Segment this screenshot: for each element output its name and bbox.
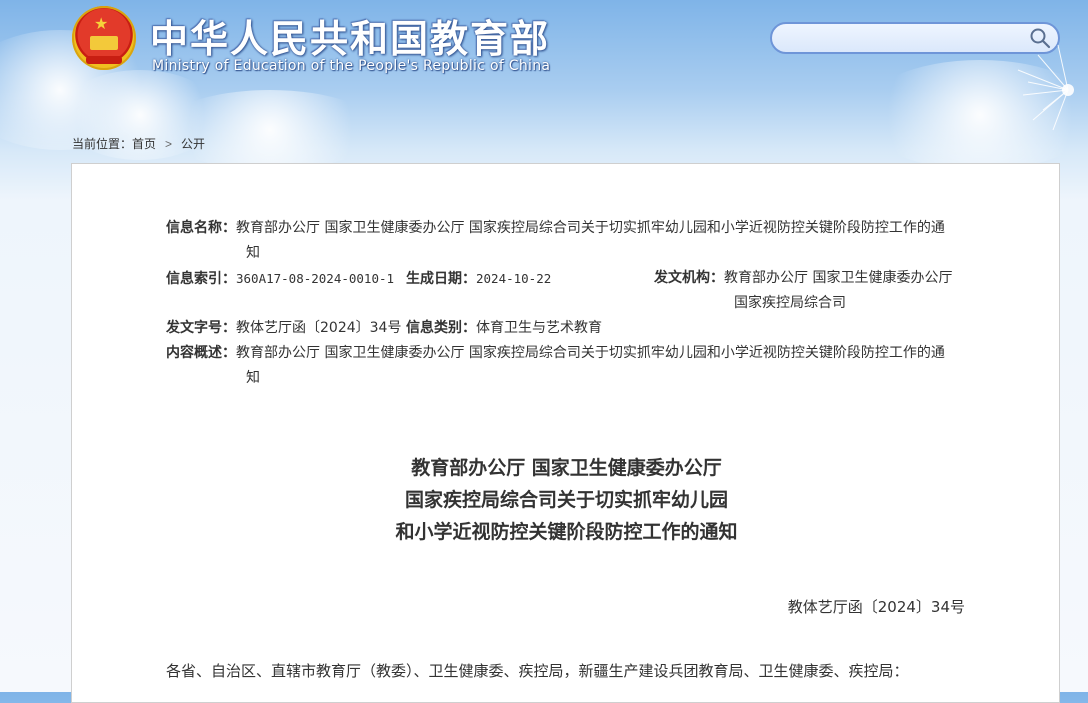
national-emblem-logo[interactable]: ★: [72, 6, 136, 70]
document-number: 教体艺厅函〔2024〕34号: [787, 598, 965, 616]
doc-number-label: 发文字号：: [166, 320, 236, 336]
info-name-value: 教育部办公厅 国家卫生健康委办公厅 国家疾控局综合司关于切实抓牢幼儿园和小学近视…: [236, 220, 945, 236]
dandelion-decoration: [1017, 44, 1074, 131]
document-title-line: 和小学近视防控关键阶段防控工作的通知: [395, 521, 738, 543]
content-panel: 信息名称：教育部办公厅 国家卫生健康委办公厅 国家疾控局综合司关于切实抓牢幼儿园…: [71, 163, 1060, 703]
info-name-value-cont: 知: [246, 245, 260, 261]
site-title[interactable]: 中华人民共和国教育部: [150, 8, 550, 63]
cloud-decoration: [160, 90, 380, 170]
breadcrumb-prefix: 当前位置：: [72, 137, 133, 151]
document-title: 教育部办公厅 国家卫生健康委办公厅 国家疾控局综合司关于切实抓牢幼儿园 和小学近…: [72, 452, 1061, 548]
summary-label: 内容概述：: [166, 345, 236, 361]
date-label: 生成日期：: [406, 271, 476, 287]
issuer-label: 发文机构：: [654, 270, 724, 286]
search-input[interactable]: [784, 27, 1028, 51]
category-label: 信息类别：: [406, 320, 476, 336]
doc-number-value: 教体艺厅函〔2024〕34号: [236, 320, 402, 336]
breadcrumb-home-link[interactable]: 首页: [132, 137, 156, 151]
breadcrumb-public-link[interactable]: 公开: [181, 137, 205, 151]
category-value: 体育卫生与艺术教育: [476, 320, 602, 336]
date-value: 2024-10-22: [476, 271, 552, 286]
document-title-line: 国家疾控局综合司关于切实抓牢幼儿园: [404, 489, 728, 511]
issuer-value-cont: 国家疾控局综合司: [734, 295, 846, 311]
index-value: 360A17-08-2024-0010-1: [236, 271, 395, 286]
summary-value-cont: 知: [246, 370, 260, 386]
site-subtitle: Ministry of Education of the People's Re…: [152, 58, 551, 74]
breadcrumb-separator: >: [165, 137, 173, 151]
summary-value: 教育部办公厅 国家卫生健康委办公厅 国家疾控局综合司关于切实抓牢幼儿园和小学近视…: [236, 345, 945, 361]
document-title-line: 教育部办公厅 国家卫生健康委办公厅: [411, 457, 722, 479]
gate-icon: [90, 36, 118, 50]
ribbon-icon: [86, 56, 122, 64]
site-header: ★ 中华人民共和国教育部 Ministry of Education of th…: [0, 0, 1088, 170]
document-addressee: 各省、自治区、直辖市教育厅（教委）、卫生健康委、疾控局，新疆生产建设兵团教育局、…: [166, 662, 909, 680]
info-name-label: 信息名称：: [166, 220, 236, 236]
star-icon: ★: [94, 14, 109, 33]
issuer-value: 教育部办公厅 国家卫生健康委办公厅: [724, 270, 953, 286]
index-label: 信息索引：: [166, 271, 236, 287]
breadcrumb: 当前位置：首页 > 公开: [72, 135, 205, 152]
